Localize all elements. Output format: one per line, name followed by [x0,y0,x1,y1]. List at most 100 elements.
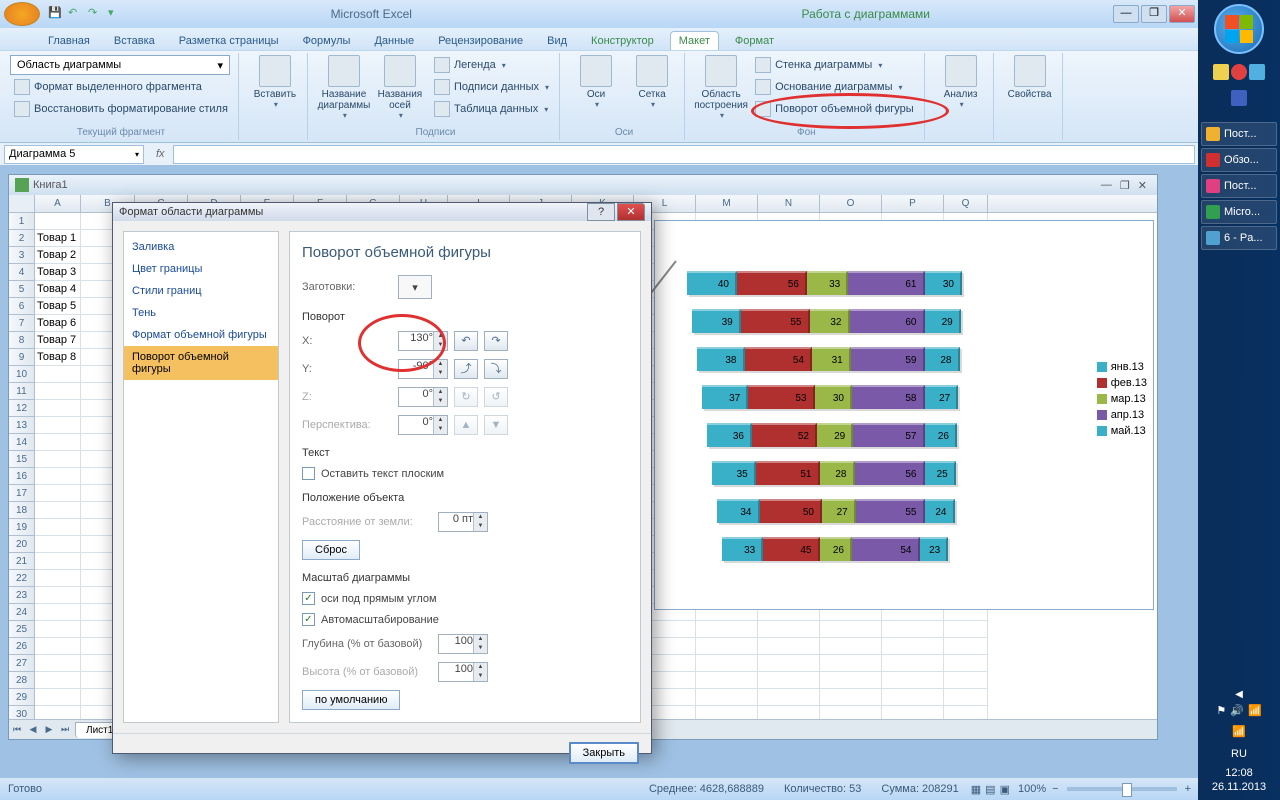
reset-style-button[interactable]: Восстановить форматирование стиля [10,99,232,119]
tab-data[interactable]: Данные [366,32,422,50]
qat-undo-icon[interactable]: ↶ [68,6,84,22]
row-header[interactable]: 12 [9,400,35,417]
cell[interactable] [35,485,81,502]
cell[interactable] [35,366,81,383]
tray-signal-icon[interactable]: 📶 [1232,725,1246,738]
wb-minimize[interactable]: — [1097,179,1116,191]
cell[interactable] [35,213,81,230]
cell[interactable] [944,672,988,689]
cell[interactable] [35,604,81,621]
format-selection-button[interactable]: Формат выделенного фрагмента [10,77,206,97]
tray-network-icon[interactable]: 📶 [1248,704,1262,717]
cell[interactable] [35,587,81,604]
row-header[interactable]: 3 [9,247,35,264]
row-header[interactable]: 18 [9,502,35,519]
chart-floor-button[interactable]: Основание диаграммы [751,77,918,97]
zoom-out[interactable]: − [1052,783,1058,795]
row-header[interactable]: 29 [9,689,35,706]
cell[interactable] [696,706,758,719]
formula-input[interactable] [173,145,1195,164]
autoscale-checkbox[interactable]: ✓ [302,613,315,626]
row-header[interactable]: 23 [9,587,35,604]
col-header-M[interactable]: M [696,195,758,212]
row-header[interactable]: 19 [9,519,35,536]
cell[interactable] [696,672,758,689]
y-rotation-input[interactable]: -90°▲▼ [398,359,448,379]
cell[interactable]: Товар 5 [35,298,81,315]
view-pagebreak-icon[interactable]: ▣ [1000,783,1010,796]
row-header[interactable]: 22 [9,570,35,587]
row-header[interactable]: 4 [9,264,35,281]
row-header[interactable]: 17 [9,485,35,502]
insert-button[interactable]: Вставить [249,55,301,109]
close-button[interactable]: Закрыть [569,742,639,764]
tab-design[interactable]: Конструктор [583,32,662,50]
close-button[interactable]: ✕ [1169,5,1195,23]
row-header[interactable]: 13 [9,417,35,434]
cell[interactable]: Товар 6 [35,315,81,332]
tab-formulas[interactable]: Формулы [295,32,359,50]
cell[interactable] [758,621,820,638]
cell[interactable] [882,689,944,706]
cell[interactable] [944,638,988,655]
chart-title-button[interactable]: Название диаграммы [318,55,370,120]
y-rotate-up[interactable]: ⤴ [454,359,478,379]
row-header[interactable]: 10 [9,366,35,383]
taskbar-item[interactable]: Обзо... [1201,148,1277,172]
row-header[interactable]: 24 [9,604,35,621]
reset-button[interactable]: Сброс [302,540,360,560]
view-layout-icon[interactable]: ▤ [985,783,995,796]
select-all-corner[interactable] [9,195,35,212]
axis-titles-button[interactable]: Названия осей [374,55,426,120]
row-header[interactable]: 8 [9,332,35,349]
cell[interactable] [35,519,81,536]
name-box[interactable]: Диаграмма 5▾ [4,145,144,164]
nav-border-color[interactable]: Цвет границы [124,258,278,280]
qat-customize-icon[interactable]: ▾ [108,6,124,22]
col-header-A[interactable]: A [35,195,81,212]
cell[interactable] [820,689,882,706]
nav-shadow[interactable]: Тень [124,302,278,324]
axes-button[interactable]: Оси [570,55,622,109]
cell[interactable] [758,638,820,655]
wb-maximize[interactable]: ❐ [1116,179,1134,192]
taskbar-item[interactable]: 6 - Pa... [1201,226,1277,250]
row-header[interactable]: 30 [9,706,35,719]
tab-insert[interactable]: Вставка [106,32,163,50]
row-header[interactable]: 20 [9,536,35,553]
tab-home[interactable]: Главная [40,32,98,50]
y-rotate-down[interactable]: ⤵ [484,359,508,379]
cell[interactable]: Товар 2 [35,247,81,264]
row-header[interactable]: 6 [9,298,35,315]
cell[interactable] [35,536,81,553]
x-rotate-right[interactable]: ↷ [484,331,508,351]
cell[interactable] [882,621,944,638]
language-indicator[interactable]: RU [1227,746,1251,762]
default-button[interactable]: по умолчанию [302,690,400,710]
cell[interactable] [944,655,988,672]
cell[interactable] [882,638,944,655]
qat-save-icon[interactable]: 💾 [48,6,64,22]
rotation-3d-button[interactable]: Поворот объемной фигуры [751,99,918,119]
analysis-button[interactable]: Анализ [935,55,987,109]
cell[interactable]: Товар 4 [35,281,81,298]
dialog-help-button[interactable]: ? [587,203,615,221]
cell[interactable] [758,672,820,689]
data-labels-button[interactable]: Подписи данных [430,77,553,97]
row-header[interactable]: 21 [9,553,35,570]
row-header[interactable]: 1 [9,213,35,230]
nav-border-styles[interactable]: Стили границ [124,280,278,302]
cell[interactable]: Товар 7 [35,332,81,349]
cell[interactable] [35,417,81,434]
cell[interactable] [35,502,81,519]
cell[interactable] [882,672,944,689]
x-rotation-input[interactable]: 130°▲▼ [398,331,448,351]
cell[interactable] [35,655,81,672]
cell[interactable] [758,689,820,706]
data-table-button[interactable]: Таблица данных [430,99,553,119]
cell[interactable] [820,706,882,719]
cell[interactable] [35,468,81,485]
ql-icon-1[interactable] [1213,64,1229,80]
tab-page-layout[interactable]: Разметка страницы [171,32,287,50]
cell[interactable] [696,689,758,706]
